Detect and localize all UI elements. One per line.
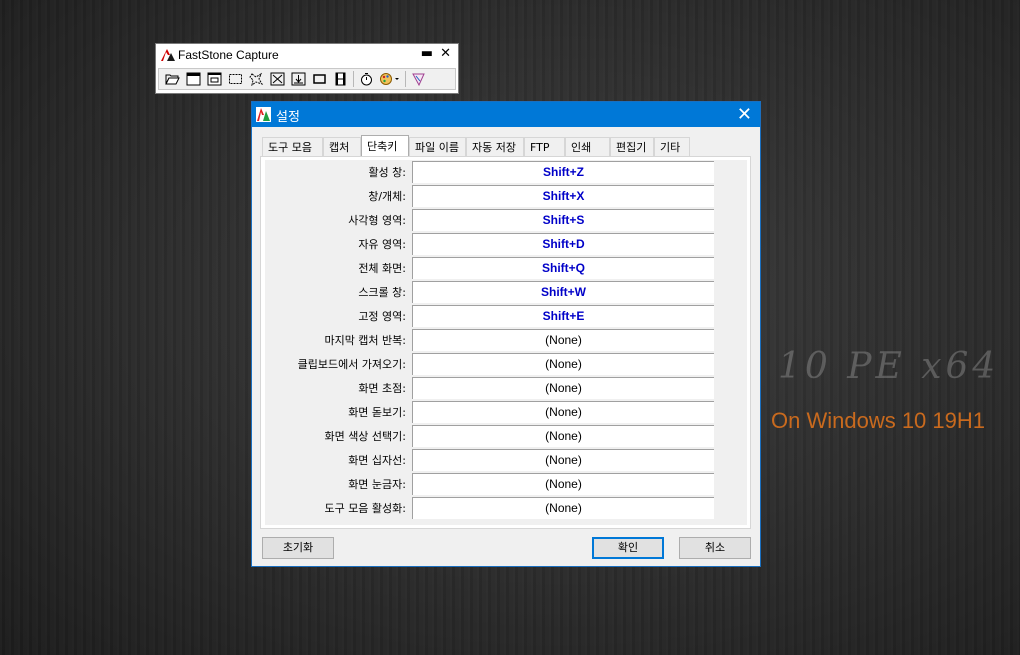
close-button[interactable]: ✕ (440, 46, 451, 61)
hotkey-row: 활성 창: Shift+Z (265, 160, 747, 184)
hotkey-row: 도구 모음 활성화: (None) (265, 496, 747, 520)
toolbar-separator (353, 71, 354, 87)
hotkey-field[interactable]: (None) (412, 449, 714, 471)
hotkey-row: 화면 십자선: (None) (265, 448, 747, 472)
hotkey-field[interactable]: (None) (412, 473, 714, 495)
app-icon (256, 107, 271, 122)
hotkey-row: 클립보드에서 가져오기: (None) (265, 352, 747, 376)
hotkey-row: 화면 색상 선택기: (None) (265, 424, 747, 448)
hotkey-field[interactable]: Shift+Z (412, 161, 714, 183)
capture-rectangle-icon[interactable] (225, 70, 246, 88)
settings-dialog-title: 설정 (276, 110, 300, 125)
hotkey-label: 전체 화면: (358, 262, 406, 275)
hotkey-row: 화면 돋보기: (None) (265, 400, 747, 424)
faststone-capture-window: FastStone Capture ▬ ✕ (155, 43, 459, 94)
tab-editor[interactable]: 편집기 (610, 137, 654, 156)
cancel-button[interactable]: 취소 (679, 537, 751, 559)
tab-toolbar[interactable]: 도구 모음 (262, 137, 323, 156)
hotkey-label: 활성 창: (368, 166, 406, 179)
hotkey-label: 화면 돋보기: (348, 406, 406, 419)
tab-print[interactable]: 인쇄 (565, 137, 610, 156)
tab-ftp[interactable]: FTP (524, 137, 565, 156)
settings-dialog: 설정 ✕ 도구 모음 캡처 단축키 파일 이름 자동 저장 FTP 인쇄 편집기 기타 활성 창… (251, 101, 761, 567)
screen-recorder-icon[interactable] (330, 70, 351, 88)
faststone-titlebar[interactable]: FastStone Capture ▬ ✕ (156, 44, 458, 66)
capture-scrolling-icon[interactable] (288, 70, 309, 88)
minimize-button[interactable]: ▬ (421, 46, 433, 61)
hotkeys-panel: 활성 창: Shift+Z 창/개체: Shift+X 사각형 영역: Shift+S 자유… (260, 156, 751, 529)
reset-button[interactable]: 초기화 (262, 537, 334, 559)
hotkey-label: 화면 눈금자: (348, 478, 406, 491)
toolbar-separator (405, 71, 406, 87)
hotkey-row: 고정 영역: Shift+E (265, 304, 747, 328)
capture-window-object-icon[interactable] (204, 70, 225, 88)
tab-hotkeys[interactable]: 단축키 (361, 135, 409, 156)
hotkey-field[interactable]: Shift+W (412, 281, 714, 303)
hotkey-row: 화면 초점: (None) (265, 376, 747, 400)
hotkey-field[interactable]: (None) (412, 329, 714, 351)
hotkey-field[interactable]: Shift+D (412, 233, 714, 255)
faststone-logo-icon (161, 49, 175, 61)
ok-button[interactable]: 확인 (592, 537, 664, 559)
delay-timer-icon[interactable] (356, 70, 377, 88)
hotkey-row: 창/개체: Shift+X (265, 184, 747, 208)
hotkey-label: 화면 색상 선택기: (324, 430, 406, 443)
hotkey-label: 화면 초점: (358, 382, 406, 395)
hotkey-row: 화면 눈금자: (None) (265, 472, 747, 496)
hotkey-label: 클립보드에서 가져오기: (297, 358, 406, 371)
hotkey-row: 스크롤 창: Shift+W (265, 280, 747, 304)
hotkey-row: 마지막 캡처 반복: (None) (265, 328, 747, 352)
hotkey-field[interactable]: Shift+S (412, 209, 714, 231)
hotkey-label: 고정 영역: (358, 310, 406, 323)
hotkey-label: 자유 영역: (358, 238, 406, 251)
hotkey-label: 사각형 영역: (348, 214, 406, 227)
tab-autosave[interactable]: 자동 저장 (466, 137, 524, 156)
hotkey-field[interactable]: (None) (412, 377, 714, 399)
settings-tabs: 도구 모음 캡처 단축키 파일 이름 자동 저장 FTP 인쇄 편집기 기타 (262, 135, 690, 156)
hotkey-label: 스크롤 창: (358, 286, 406, 299)
hotkey-field[interactable]: Shift+E (412, 305, 714, 327)
close-button[interactable]: ✕ (737, 104, 752, 125)
hotkey-field[interactable]: (None) (412, 353, 714, 375)
hotkey-field[interactable]: (None) (412, 497, 714, 519)
tab-capture[interactable]: 캡처 (323, 137, 361, 156)
capture-fixed-region-icon[interactable] (309, 70, 330, 88)
desktop-watermark-subtitle: On Windows 10 19H1 (771, 408, 985, 433)
capture-freehand-icon[interactable] (246, 70, 267, 88)
hotkeys-list: 활성 창: Shift+Z 창/개체: Shift+X 사각형 영역: Shift+S 자유… (265, 160, 747, 525)
hotkey-field[interactable]: Shift+Q (412, 257, 714, 279)
hotkey-field[interactable]: Shift+X (412, 185, 714, 207)
settings-icon[interactable] (408, 70, 429, 88)
hotkey-label: 마지막 캡처 반복: (324, 334, 406, 347)
hotkey-label: 화면 십자선: (348, 454, 406, 467)
capture-fullscreen-icon[interactable] (267, 70, 288, 88)
tab-misc[interactable]: 기타 (654, 137, 690, 156)
hotkey-row: 사각형 영역: Shift+S (265, 208, 747, 232)
hotkey-field[interactable]: (None) (412, 401, 714, 423)
hotkey-label: 도구 모음 활성화: (324, 502, 406, 515)
capture-toolbar (158, 68, 456, 90)
faststone-title: FastStone Capture (178, 48, 279, 62)
output-options-icon[interactable] (377, 70, 403, 88)
hotkey-label: 창/개체: (368, 190, 406, 203)
hotkey-field[interactable]: (None) (412, 425, 714, 447)
hotkey-row: 전체 화면: Shift+Q (265, 256, 747, 280)
open-icon[interactable] (162, 70, 183, 88)
tab-filename[interactable]: 파일 이름 (409, 137, 466, 156)
capture-active-window-icon[interactable] (183, 70, 204, 88)
settings-dialog-titlebar[interactable]: 설정 ✕ (252, 102, 760, 127)
desktop-watermark-title: 10 PE x64 (778, 346, 1000, 387)
hotkey-row: 자유 영역: Shift+D (265, 232, 747, 256)
